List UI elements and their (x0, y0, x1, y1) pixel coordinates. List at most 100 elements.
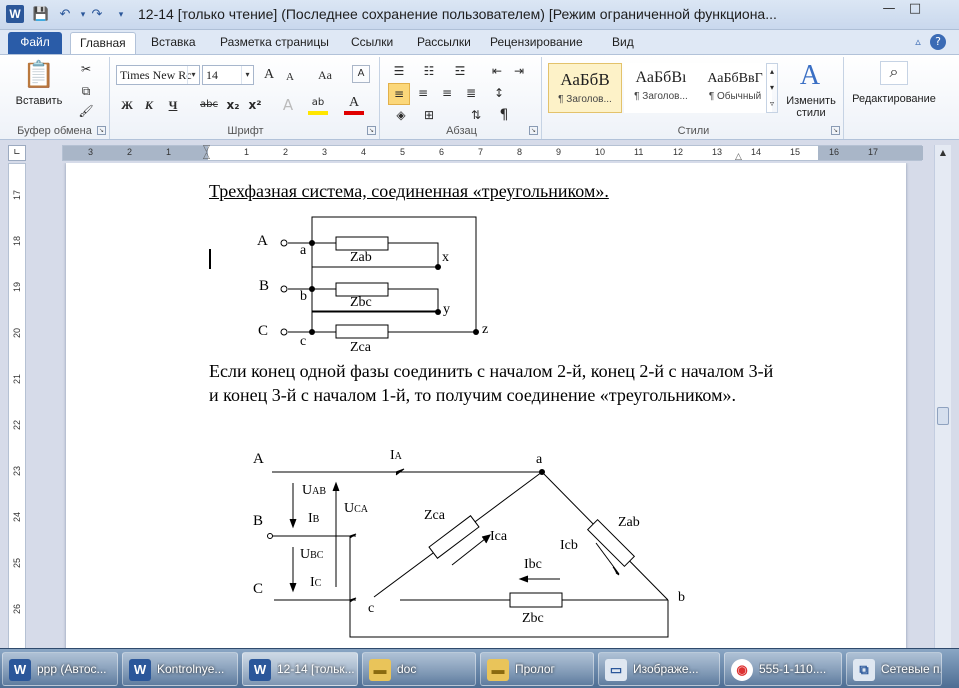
collapse-ribbon-icon[interactable]: ▵ (910, 34, 926, 50)
word-app-icon[interactable]: W (6, 5, 24, 23)
style-normal[interactable]: АаБбВвГ ¶ Обычный (698, 63, 772, 113)
tab-page-layout[interactable]: Разметка страницы (211, 32, 338, 54)
font-size-select[interactable]: 14 ▾ (202, 65, 254, 85)
taskbar-item[interactable]: W Kontrolnye... (122, 652, 238, 686)
ruler-number: 8 (517, 147, 523, 157)
decrease-indent-icon[interactable]: ⇤ (488, 61, 506, 81)
format-painter-icon[interactable]: 🖌 (78, 101, 94, 121)
shading-icon[interactable]: ◈ (390, 105, 412, 125)
taskbar-item[interactable]: ▬ Пролог (480, 652, 594, 686)
multilevel-list-icon[interactable]: ☲ (448, 61, 472, 81)
paste-button[interactable]: Вставить (14, 95, 64, 107)
font-launcher-icon[interactable]: ↘ (367, 126, 376, 135)
help-icon[interactable]: ? (930, 34, 946, 50)
tab-home[interactable]: Главная (70, 32, 136, 54)
tab-mailings[interactable]: Рассылки (408, 32, 480, 54)
vertical-scrollbar[interactable]: ▲ (934, 145, 951, 653)
change-styles-button[interactable]: Изменить стили (782, 95, 840, 119)
ruler-number: 17 (868, 147, 879, 157)
tab-references[interactable]: Ссылки (342, 32, 402, 54)
style-heading2[interactable]: АаБбВı ¶ Заголов... (624, 63, 698, 113)
italic-button[interactable]: К (140, 95, 158, 115)
maximize-button[interactable]: □ (902, 0, 928, 20)
justify-icon[interactable]: ≣ (460, 83, 482, 103)
bullets-icon[interactable]: ☰ (388, 61, 410, 81)
paragraph-launcher-icon[interactable]: ↘ (529, 126, 538, 135)
horizontal-ruler[interactable]: 3 2 1 1 2 3 4 5 6 7 8 9 10 11 12 13 14 15 16 17 ▽ △ △ (62, 145, 923, 162)
taskbar-item-label: ppp (Автос... (37, 662, 107, 676)
sort-icon[interactable]: ⇅ (466, 105, 486, 125)
voltage-symbol: U (302, 483, 313, 498)
numbering-icon[interactable]: ☷ (418, 61, 440, 81)
network-icon: ⧉ (853, 659, 875, 681)
phase-label-c: C (253, 581, 264, 597)
ruler-number: 13 (712, 147, 723, 157)
borders-icon[interactable]: ⊞ (418, 105, 440, 125)
clipboard-launcher-icon[interactable]: ↘ (97, 126, 106, 135)
clipboard-group-label: Буфер обмена (17, 125, 92, 137)
shrink-font-button[interactable]: A (282, 67, 298, 87)
font-size-value: 14 (206, 68, 218, 82)
font-group-label: Шрифт (227, 125, 264, 137)
font-color-icon[interactable]: A (344, 95, 364, 115)
cut-icon[interactable]: ✂ (78, 59, 94, 79)
minimize-button[interactable]: — (876, 0, 902, 20)
vertical-ruler: 1718192021222324252627 (8, 163, 26, 660)
bold-button[interactable]: Ж (118, 95, 136, 115)
increase-indent-icon[interactable]: ⇥ (510, 61, 528, 81)
subscript-button[interactable]: x₂ (224, 95, 242, 115)
tab-insert[interactable]: Вставка (142, 32, 205, 54)
tab-file[interactable]: Файл (8, 32, 62, 54)
taskbar-item[interactable]: Wppp (Автос... (2, 652, 118, 686)
binoculars-icon[interactable]: ⌕ (880, 61, 908, 85)
line-spacing-icon[interactable]: ↕ (488, 83, 510, 103)
tab-review[interactable]: Рецензирование (481, 32, 592, 54)
ruler-number: 11 (634, 147, 644, 157)
right-indent-marker-icon[interactable]: △ (735, 152, 742, 162)
font-family-select[interactable]: Times New Rc ▾ (116, 65, 200, 85)
copy-icon[interactable]: ⧉ (78, 81, 94, 101)
scroll-up-icon[interactable]: ▲ (937, 147, 949, 159)
text-effects-icon[interactable]: A (278, 95, 298, 115)
change-styles-icon[interactable]: A (790, 59, 830, 93)
taskbar-item[interactable]: ▭ Изображе... (598, 652, 720, 686)
grow-font-button[interactable]: A (260, 65, 278, 85)
current-subscript: A (394, 451, 402, 462)
paste-icon[interactable]: 📋 (22, 59, 56, 91)
taskbar-item-label: Сетевые п... (881, 662, 941, 676)
superscript-button[interactable]: x² (246, 95, 264, 115)
tab-selector-icon[interactable]: ∟ (8, 145, 26, 161)
show-marks-button[interactable]: ¶ (494, 105, 514, 125)
load-label-zca: Zca (424, 508, 445, 523)
tab-view[interactable]: Вид (603, 32, 643, 54)
change-case-button[interactable]: Aa (312, 65, 338, 85)
align-center-icon[interactable]: ≡ (412, 83, 434, 103)
taskbar-item[interactable]: W 12-14 [тольк... (242, 652, 358, 686)
document-page[interactable]: Трехфазная система, соединенная «треугол… (66, 163, 906, 653)
styles-launcher-icon[interactable]: ↘ (831, 126, 840, 135)
redo-icon[interactable]: ↷ (88, 6, 106, 24)
document-area[interactable]: Трехфазная система, соединенная «треугол… (28, 163, 933, 653)
indent-marker-icon[interactable]: ▽ △ (203, 145, 213, 161)
align-right-icon[interactable]: ≡ (436, 83, 458, 103)
phase-label-b: B (253, 513, 264, 529)
folder-icon: ▬ (487, 659, 509, 681)
strikethrough-button[interactable]: abc (198, 95, 220, 115)
align-left-icon[interactable]: ≡ (388, 83, 410, 105)
scroll-thumb[interactable] (937, 407, 949, 425)
ruler-number: 1 (166, 147, 172, 157)
save-icon[interactable]: 💾 (32, 6, 50, 24)
undo-icon[interactable]: ↶ (56, 6, 74, 24)
highlight-icon[interactable]: ab (308, 95, 328, 115)
clear-formatting-icon[interactable]: A (352, 65, 370, 83)
editing-button[interactable]: Редактирование (848, 93, 940, 105)
ruler-number: 24 (12, 511, 23, 523)
load-label-zab: Zab (618, 515, 640, 530)
taskbar-item[interactable]: ▬ doc (362, 652, 476, 686)
style-heading1[interactable]: АаБбВ ¶ Заголов... (548, 63, 622, 113)
underline-button[interactable]: Ч (164, 95, 182, 115)
styles-scroll-icon[interactable]: ▴ ▾ ▿ (766, 63, 778, 113)
taskbar-item[interactable]: ⧉ Сетевые п... (846, 652, 942, 686)
taskbar-item[interactable]: ◉ 555-1-110.... (724, 652, 842, 686)
customize-toolbar-icon[interactable]: ▾ (112, 6, 130, 24)
